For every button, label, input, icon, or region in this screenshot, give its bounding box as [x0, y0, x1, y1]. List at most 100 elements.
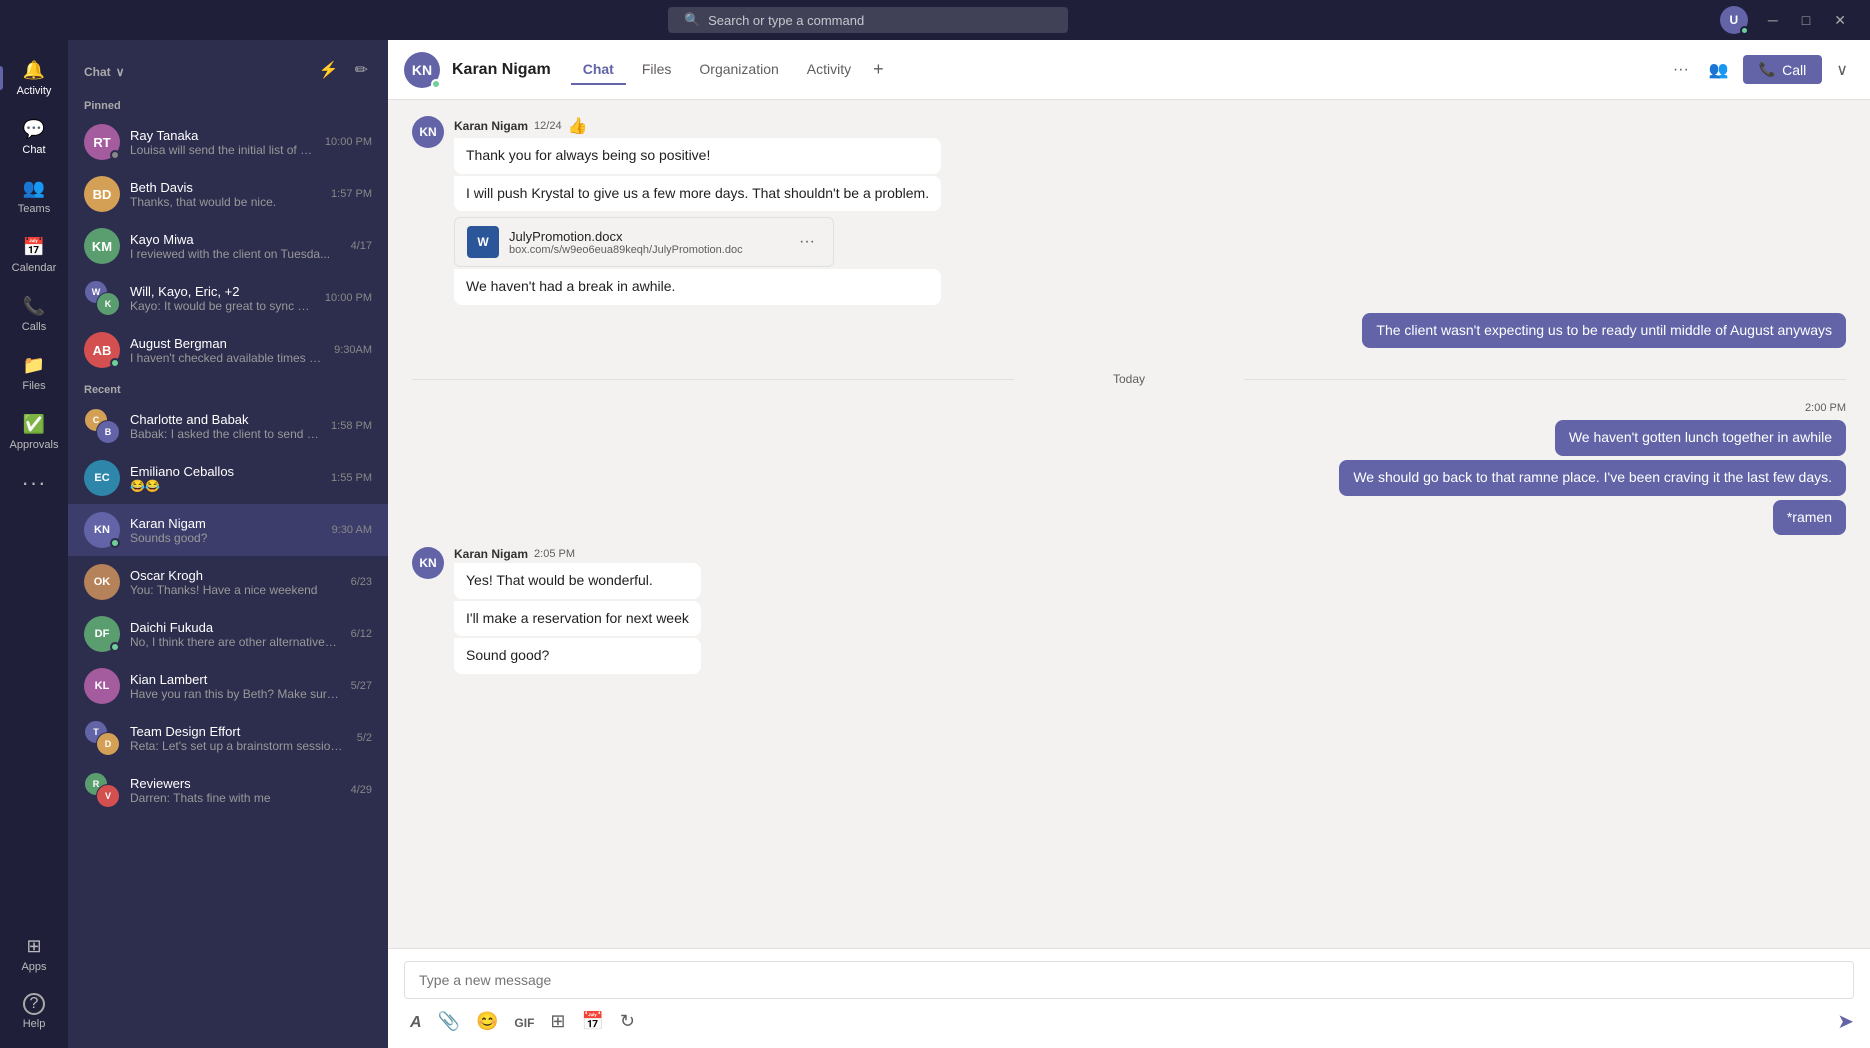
list-item[interactable]: T D Team Design Effort Reta: Let's set u…	[68, 712, 388, 764]
list-item[interactable]: C B Charlotte and Babak Babak: I asked t…	[68, 400, 388, 452]
list-item[interactable]: OK Oscar Krogh You: Thanks! Have a nice …	[68, 556, 388, 608]
tab-organization[interactable]: Organization	[687, 55, 790, 85]
file-attachment[interactable]: W JulyPromotion.docx box.com/s/w9eo6eua8…	[454, 217, 834, 267]
header-tabs: Chat Files Organization Activity +	[571, 53, 890, 86]
status-dot	[110, 642, 120, 652]
list-item-active[interactable]: KN Karan Nigam Sounds good? 9:30 AM	[68, 504, 388, 556]
list-item[interactable]: BD Beth Davis Thanks, that would be nice…	[68, 168, 388, 220]
chat-time: 1:55 PM	[331, 472, 372, 484]
list-item[interactable]: KM Kayo Miwa I reviewed with the client …	[68, 220, 388, 272]
outgoing-cluster: The client wasn't expecting us to be rea…	[412, 313, 1846, 349]
input-toolbar: A 📎 😊 GIF ⊞ 📅	[404, 1007, 1854, 1036]
chat-name: Beth Davis	[130, 180, 321, 195]
chat-preview: 😂😂	[130, 479, 321, 493]
close-button[interactable]: ✕	[1826, 10, 1854, 31]
list-item[interactable]: KL Kian Lambert Have you ran this by Bet…	[68, 660, 388, 712]
list-item[interactable]: RT Ray Tanaka Louisa will send the initi…	[68, 116, 388, 168]
pinned-section-label: Pinned	[68, 92, 388, 116]
attach-button[interactable]: 📎	[432, 1007, 466, 1036]
chat-info: Team Design Effort Reta: Let's set up a …	[130, 724, 347, 753]
tab-activity[interactable]: Activity	[795, 55, 863, 85]
format-button[interactable]: A	[404, 1007, 428, 1036]
chat-preview: Thanks, that would be nice.	[130, 195, 321, 209]
tab-files[interactable]: Files	[630, 55, 684, 85]
compose-button[interactable]: ✏	[351, 56, 372, 84]
contact-avatar: KN	[404, 52, 440, 88]
expand-button[interactable]: ∨	[1830, 54, 1854, 86]
message-input[interactable]	[404, 961, 1854, 999]
chat-name: Charlotte and Babak	[130, 412, 321, 427]
chat-preview: Darren: Thats fine with me	[130, 791, 341, 805]
message-content: Karan Nigam 12/24 👍 Thank you for always…	[454, 116, 941, 305]
nav-item-apps[interactable]: ⊞ Apps	[0, 924, 68, 983]
file-more-button[interactable]: ···	[793, 227, 821, 257]
main-chat-area: KN Karan Nigam Chat Files Organization A…	[388, 40, 1870, 1048]
chat-info: Charlotte and Babak Babak: I asked the c…	[130, 412, 321, 441]
list-item[interactable]: AB August Bergman I haven't checked avai…	[68, 324, 388, 376]
message-bubble-outgoing: *ramen	[1773, 500, 1846, 536]
call-button[interactable]: 📞 Call	[1743, 55, 1823, 84]
loop-button[interactable]: ↻	[614, 1007, 641, 1036]
sticker-button[interactable]: ⊞	[544, 1007, 571, 1036]
list-item[interactable]: W K Will, Kayo, Eric, +2 Kayo: It would …	[68, 272, 388, 324]
nav-item-more[interactable]: ···	[0, 461, 68, 505]
emoji-button[interactable]: 😊	[470, 1007, 504, 1036]
message-time: 2:05 PM	[534, 548, 575, 560]
window-controls: ─ □ ✕	[1760, 10, 1854, 31]
chat-info: Karan Nigam Sounds good?	[130, 516, 322, 545]
chat-name: Team Design Effort	[130, 724, 347, 739]
nav-item-chat[interactable]: 💬 Chat	[0, 107, 68, 166]
maximize-button[interactable]: □	[1794, 10, 1818, 31]
nav-item-teams[interactable]: 👥 Teams	[0, 166, 68, 225]
sidebar-actions: ⚡ ✏	[315, 56, 372, 84]
avatar-group: W K	[84, 280, 120, 316]
contact-status-dot	[431, 79, 441, 89]
chat-info: Emiliano Ceballos 😂😂	[130, 464, 321, 493]
nav-item-activity[interactable]: 🔔 Activity	[0, 48, 68, 107]
nav-item-approvals[interactable]: ✅ Approvals	[0, 402, 68, 461]
tab-chat[interactable]: Chat	[571, 55, 626, 85]
search-box[interactable]: 🔍 Search or type a command	[668, 7, 1068, 33]
schedule-button[interactable]: 📅	[576, 1007, 610, 1036]
avatar: OK	[84, 564, 120, 600]
list-item[interactable]: DF Daichi Fukuda No, I think there are o…	[68, 608, 388, 660]
file-url: box.com/s/w9eo6eua89keqh/JulyPromotion.d…	[509, 244, 783, 256]
nav-item-files[interactable]: 📁 Files	[0, 343, 68, 402]
chat-time: 4/29	[351, 784, 372, 796]
avatar: AB	[84, 332, 120, 368]
chat-name: Oscar Krogh	[130, 568, 341, 583]
nav-item-calls[interactable]: 📞 Calls	[0, 284, 68, 343]
nav-item-help[interactable]: ? Help	[0, 983, 68, 1040]
chat-time: 10:00 PM	[325, 292, 372, 304]
chat-preview: I reviewed with the client on Tuesda...	[130, 247, 341, 261]
chat-preview: No, I think there are other alternatives…	[130, 635, 341, 649]
status-dot	[110, 358, 120, 368]
status-dot	[110, 538, 120, 548]
recent-section-label: Recent	[68, 376, 388, 400]
nav-label-calendar: Calendar	[12, 262, 57, 274]
send-button[interactable]: ➤	[1837, 1009, 1854, 1034]
minimize-button[interactable]: ─	[1760, 10, 1786, 31]
avatar: RT	[84, 124, 120, 160]
filter-button[interactable]: ⚡	[315, 56, 343, 84]
nav-label-approvals: Approvals	[10, 439, 59, 451]
chat-name: Ray Tanaka	[130, 128, 315, 143]
chat-name: Reviewers	[130, 776, 341, 791]
message-time: 2:00 PM	[1805, 402, 1846, 414]
giphy-button[interactable]: GIF	[508, 1007, 540, 1036]
avatar: KN	[412, 116, 444, 148]
gif-icon: GIF	[514, 1016, 534, 1030]
user-avatar-window[interactable]: U	[1720, 6, 1748, 34]
sidebar-title: Chat ∨	[84, 60, 307, 81]
header-actions: ··· 👥 📞 Call ∨	[1667, 54, 1854, 86]
avatar: KN	[412, 547, 444, 579]
add-tab-button[interactable]: +	[867, 53, 890, 86]
avatar: KN	[84, 512, 120, 548]
chat-time: 5/27	[351, 680, 372, 692]
list-item[interactable]: R V Reviewers Darren: Thats fine with me…	[68, 764, 388, 816]
list-item[interactable]: EC Emiliano Ceballos 😂😂 1:55 PM	[68, 452, 388, 504]
participants-button[interactable]: 👥	[1703, 54, 1735, 86]
nav-item-calendar[interactable]: 📅 Calendar	[0, 225, 68, 284]
more-options-button[interactable]: ···	[1667, 55, 1695, 85]
message-bubble: Sound good?	[454, 638, 701, 674]
